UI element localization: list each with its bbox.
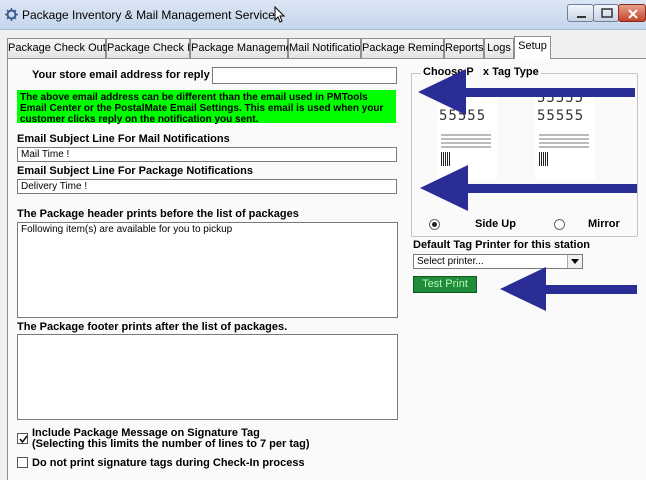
gear-icon[interactable] [4, 7, 19, 22]
tab-package-management[interactable]: Package Management [190, 38, 301, 58]
setup-panel: Your store email address for reply to: T… [7, 58, 646, 480]
tag-sample-lines [441, 134, 491, 150]
test-print-button[interactable]: Test Print [413, 276, 477, 293]
footer-label: The Package footer prints after the list… [17, 321, 288, 333]
printer-select-value: Select printer... [417, 256, 484, 267]
tag-sample-top-number: 55555 [537, 90, 585, 106]
package-subject-input[interactable]: Delivery Time ! [17, 179, 397, 194]
footer-textarea[interactable] [17, 334, 398, 420]
title-bar: Package Inventory & Mail Management Serv… [0, 0, 646, 30]
reply-email-input[interactable] [212, 67, 397, 84]
reply-email-note: The above email address can be different… [17, 90, 396, 125]
tab-package-check-in[interactable]: Package Check In [106, 38, 196, 58]
tag-sample-main-number: 55555 [439, 108, 487, 124]
maximize-button[interactable] [593, 4, 619, 22]
barcode-icon [539, 152, 549, 166]
package-subject-label: Email Subject Line For Package Notificat… [17, 165, 253, 177]
mail-subject-input[interactable]: Mail Time ! [17, 147, 397, 162]
no-print-checkbox[interactable] [17, 457, 28, 468]
barcode-icon [441, 152, 451, 166]
tab-reports[interactable]: Reports [444, 38, 484, 58]
minimize-button[interactable] [567, 4, 594, 22]
include-message-checkbox[interactable] [17, 433, 28, 444]
side-up-radio[interactable] [429, 219, 440, 230]
include-message-sublabel: (Selecting this limits the number of lin… [32, 438, 310, 450]
tab-mail-notification[interactable]: Mail Notification [288, 38, 367, 58]
mirror-radio[interactable] [554, 219, 565, 230]
header-textarea[interactable]: Following item(s) are available for you … [17, 222, 398, 318]
close-button[interactable] [618, 4, 646, 22]
printer-label: Default Tag Printer for this station [413, 239, 591, 251]
tag-sample-mirror[interactable]: 55555 55555 [535, 90, 595, 180]
tab-package-check-out[interactable]: Package Check Out [7, 38, 106, 58]
tag-sample-side-up[interactable]: 555 55555 [437, 90, 497, 180]
tag-sample-lines [539, 134, 589, 150]
tag-type-title: Choose P x Tag Type [421, 66, 541, 78]
printer-select[interactable]: Select printer... [413, 254, 583, 269]
tab-logs[interactable]: Logs [484, 38, 514, 58]
window-title: Package Inventory & Mail Management Serv… [22, 8, 275, 22]
reply-email-label: Your store email address for reply to: [32, 69, 227, 81]
mouse-cursor-icon [274, 5, 286, 27]
mail-subject-label: Email Subject Line For Mail Notification… [17, 133, 230, 145]
tab-setup[interactable]: Setup [514, 36, 551, 59]
side-up-label: Side Up [475, 218, 516, 230]
header-label: The Package header prints before the lis… [17, 208, 299, 220]
tab-package-reminder[interactable]: Package Reminder [361, 38, 456, 58]
tag-sample-top-number: 555 [439, 90, 468, 106]
no-print-label: Do not print signature tags during Check… [32, 457, 305, 469]
mirror-label: Mirror [588, 218, 620, 230]
chevron-down-icon[interactable] [567, 255, 582, 268]
tag-sample-main-number: 55555 [537, 108, 585, 124]
